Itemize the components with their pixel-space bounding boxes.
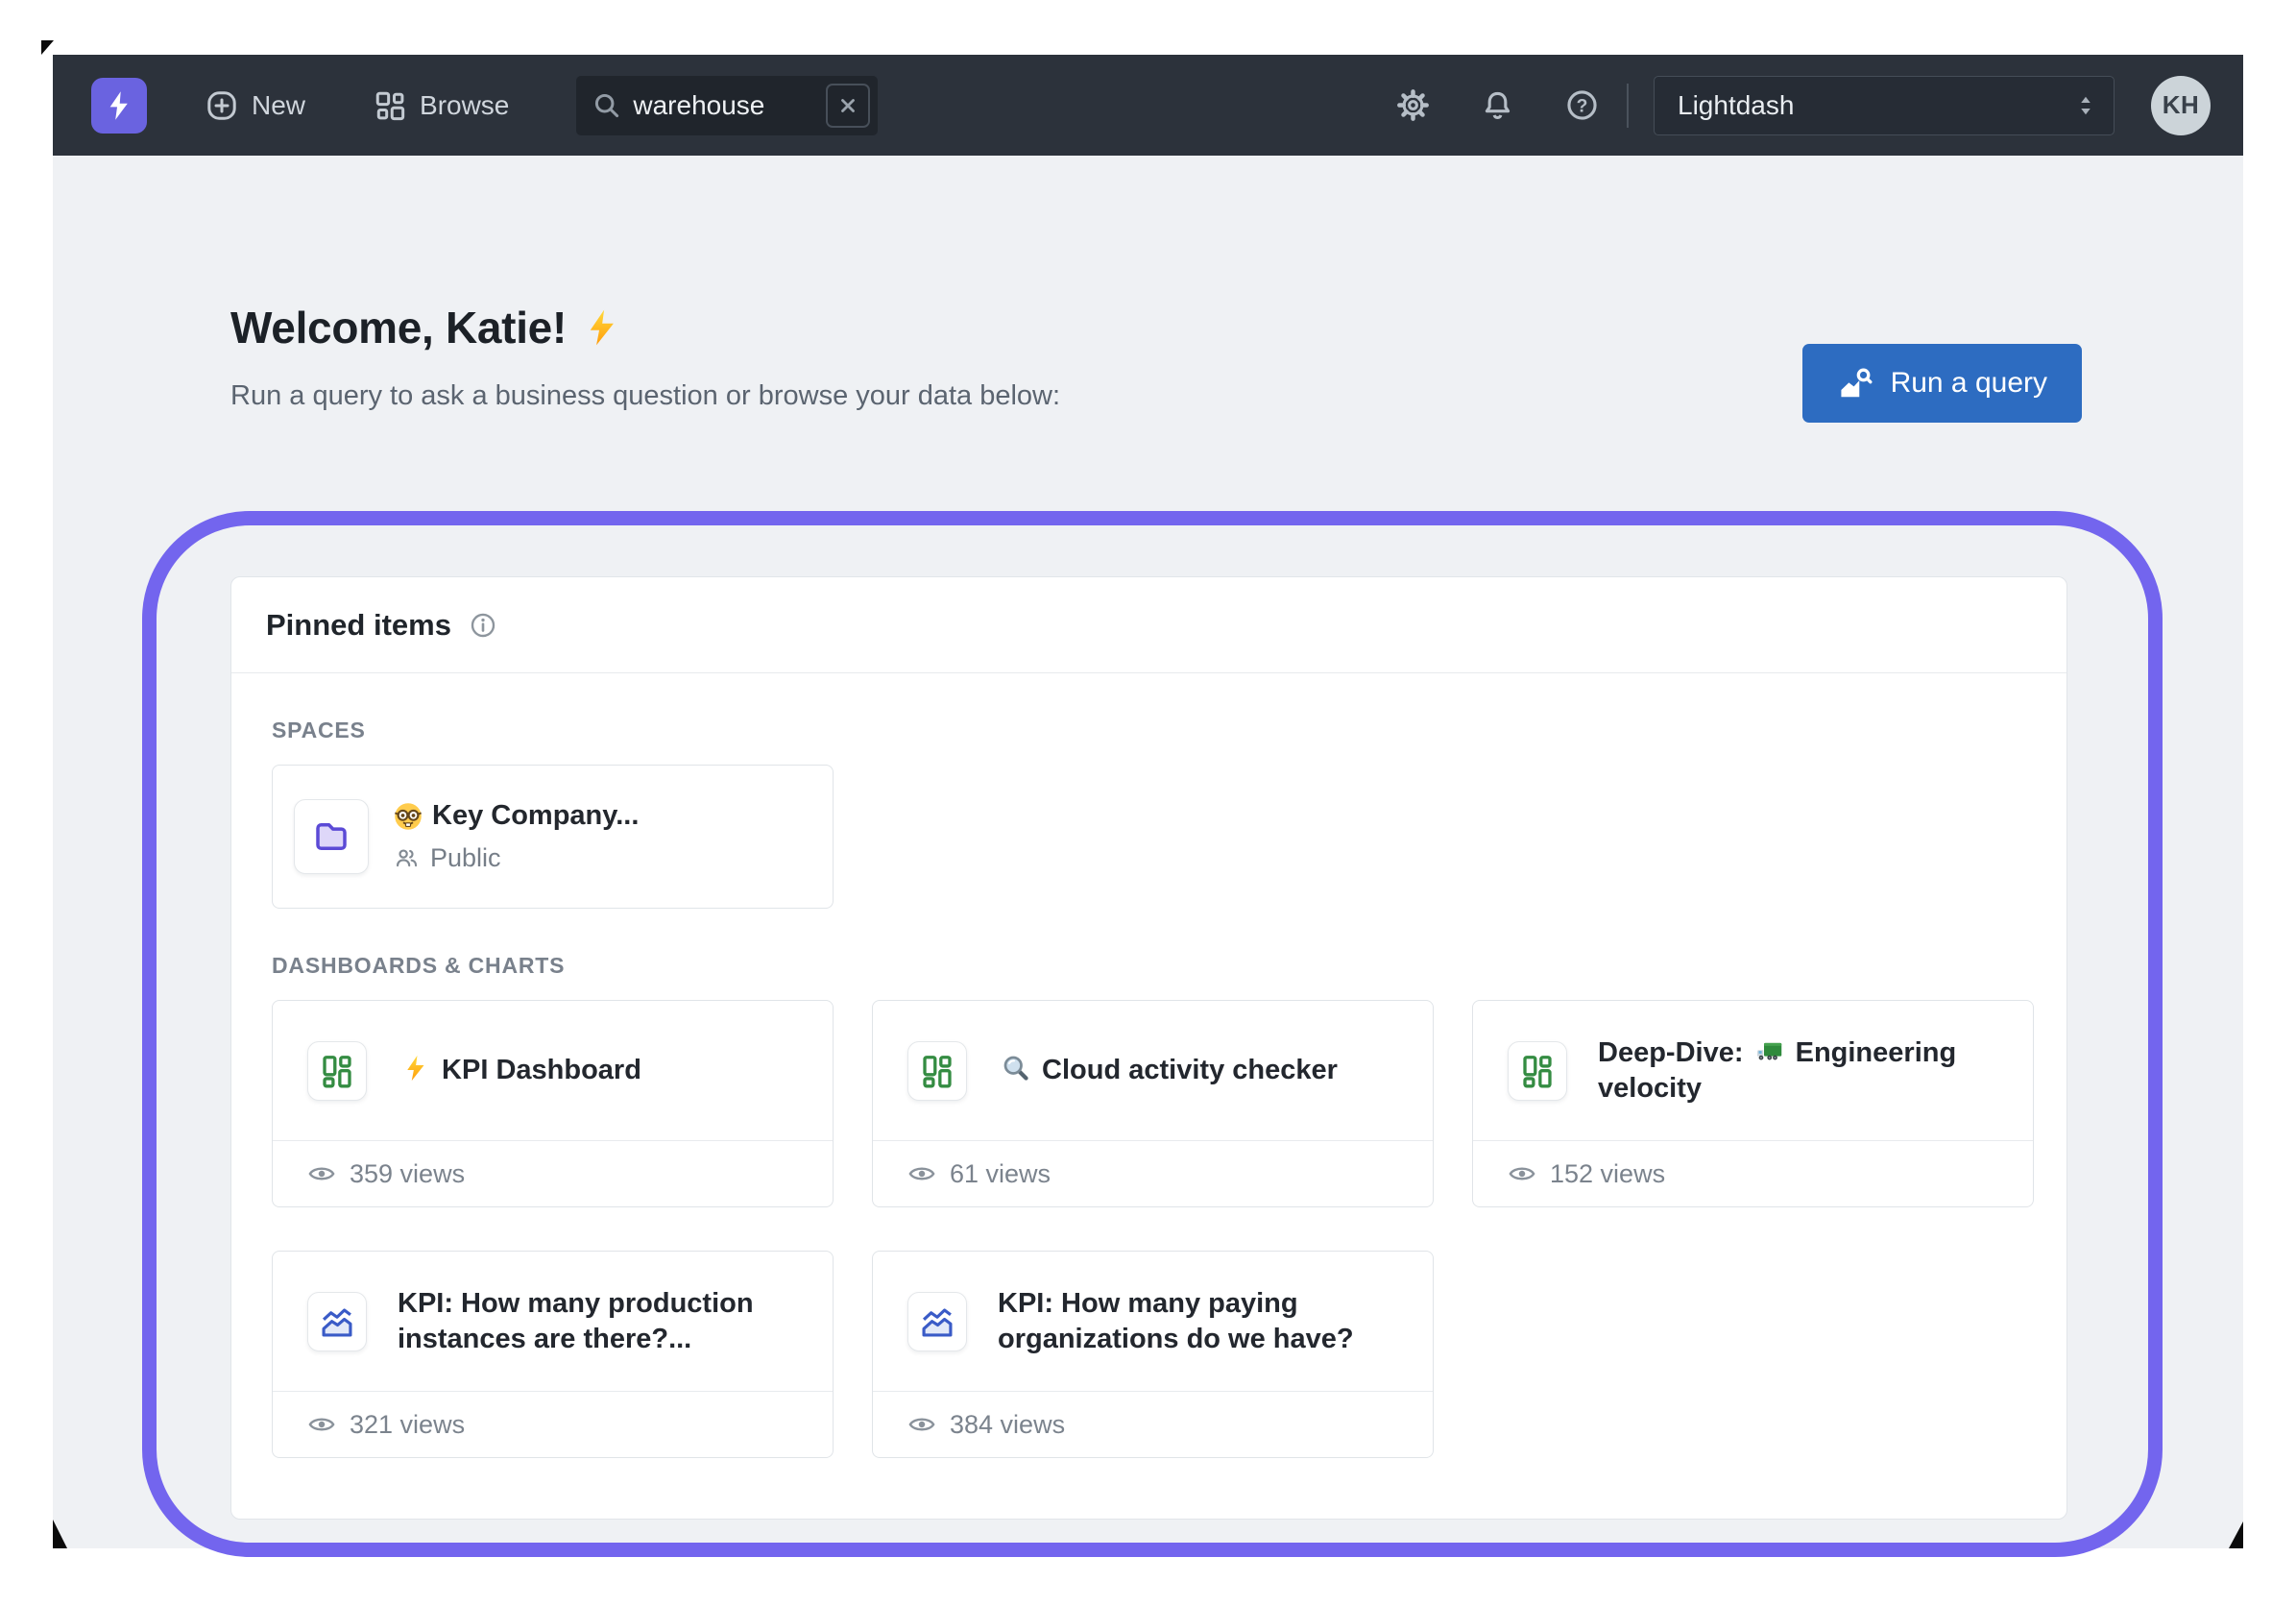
app-window: New Browse warehouse ? Lightdash KH Welc… xyxy=(53,55,2243,1557)
chart-line-icon xyxy=(922,1307,953,1337)
space-title-text: Key Company... xyxy=(432,800,640,831)
notifications-button[interactable] xyxy=(1479,87,1515,124)
card-title: Deep-Dive: Engineering velocity xyxy=(1598,1035,2004,1107)
space-title: Key Company... xyxy=(394,800,639,832)
pinned-item-card[interactable]: Cloud activity checker 61 views xyxy=(872,1000,1434,1207)
chart-search-icon xyxy=(1840,368,1873,398)
card-title: KPI Dashboard xyxy=(398,1053,641,1088)
magnifier-emoji xyxy=(1003,1056,1028,1081)
eye-icon xyxy=(308,1418,335,1431)
pinned-cards-grid: KPI Dashboard 359 views Cloud activity c… xyxy=(272,1000,2034,1458)
item-icon-tile xyxy=(907,1291,967,1351)
svg-text:?: ? xyxy=(1576,96,1587,116)
browse-grid-icon xyxy=(375,91,405,120)
search-icon xyxy=(595,93,619,118)
space-card[interactable]: Key Company... Public xyxy=(272,765,834,909)
select-chevrons-icon xyxy=(2081,96,2091,114)
browse-button[interactable]: Browse xyxy=(373,88,509,123)
avatar-initials: KH xyxy=(2162,90,2200,119)
pinned-items-title: Pinned items xyxy=(266,607,451,642)
title-text: KPI: How many production instances are t… xyxy=(398,1287,754,1354)
close-icon xyxy=(841,98,856,112)
truck-emoji xyxy=(1756,1042,1781,1059)
views-count: 384 views xyxy=(950,1409,1066,1439)
settings-button[interactable] xyxy=(1394,87,1431,124)
item-icon-tile xyxy=(307,1291,367,1351)
navbar-divider xyxy=(1627,83,1629,128)
help-icon: ? xyxy=(1566,90,1597,120)
pinned-item-card[interactable]: KPI: How many production instances are t… xyxy=(272,1251,834,1458)
window-corner-artifact xyxy=(41,40,54,55)
item-icon-tile xyxy=(307,1040,367,1101)
run-query-label: Run a query xyxy=(1890,367,2047,399)
title-text: KPI Dashboard xyxy=(434,1055,641,1085)
lightdash-logo[interactable] xyxy=(91,77,147,134)
dashboards-charts-section-label: DASHBOARDS & CHARTS xyxy=(272,953,566,978)
card-title: KPI: How many production instances are t… xyxy=(398,1286,804,1357)
search-input[interactable] xyxy=(633,89,815,121)
browse-label: Browse xyxy=(420,89,510,120)
project-selector-value: Lightdash xyxy=(1678,89,1795,120)
item-icon-tile xyxy=(907,1040,967,1101)
info-icon[interactable] xyxy=(469,611,497,640)
bell-icon xyxy=(1485,91,1510,120)
plus-square-icon xyxy=(207,90,236,120)
card-title: KPI: How many paying organizations do we… xyxy=(998,1286,1404,1357)
views-count: 321 views xyxy=(350,1409,466,1439)
eye-icon xyxy=(308,1167,335,1180)
page-title: Welcome, Katie! xyxy=(230,302,1060,353)
spaces-section-label: SPACES xyxy=(272,718,366,742)
global-search[interactable] xyxy=(576,75,879,135)
pinned-items-panel: Pinned items SPACES Key Company... Publi… xyxy=(230,576,2067,1520)
views-count: 61 views xyxy=(950,1158,1051,1188)
pinned-item-card[interactable]: Deep-Dive: Engineering velocity 152 view… xyxy=(1472,1000,2034,1207)
welcome-block: Welcome, Katie! Run a query to ask a bus… xyxy=(230,302,1060,412)
item-icon-tile xyxy=(1508,1040,1567,1101)
chart-line-icon xyxy=(322,1307,352,1337)
card-title: Cloud activity checker xyxy=(998,1053,1338,1088)
help-button[interactable]: ? xyxy=(1563,87,1600,124)
eye-icon xyxy=(908,1167,935,1180)
nerd-face-emoji xyxy=(394,802,423,830)
clear-search-button[interactable] xyxy=(826,83,871,128)
title-text: KPI: How many paying organizations do we… xyxy=(998,1287,1354,1354)
dashboard-grid-icon xyxy=(923,1055,952,1087)
dashboard-grid-icon xyxy=(323,1055,351,1087)
space-visibility: Public xyxy=(394,843,639,873)
space-icon-tile xyxy=(294,799,369,874)
pinned-item-card[interactable]: KPI: How many paying organizations do we… xyxy=(872,1251,1434,1458)
eye-icon xyxy=(908,1418,935,1431)
zap-emoji xyxy=(590,309,614,346)
bolt-logo-icon xyxy=(109,90,128,120)
welcome-subtitle: Run a query to ask a business question o… xyxy=(230,380,1061,411)
run-query-button[interactable]: Run a query xyxy=(1801,344,2082,423)
new-label: New xyxy=(252,89,306,120)
project-selector[interactable]: Lightdash xyxy=(1654,75,2115,135)
title-text: Cloud activity checker xyxy=(1034,1055,1338,1085)
zap-emoji xyxy=(407,1055,424,1082)
top-navbar: New Browse warehouse ? Lightdash KH xyxy=(53,55,2243,156)
user-avatar[interactable]: KH xyxy=(2151,75,2211,135)
new-button[interactable]: New xyxy=(205,88,305,123)
dashboard-grid-icon xyxy=(1523,1055,1552,1087)
welcome-text: Welcome, Katie! xyxy=(230,303,567,353)
eye-icon xyxy=(1509,1167,1535,1180)
gear-icon xyxy=(1396,89,1429,121)
views-count: 152 views xyxy=(1550,1158,1666,1188)
views-count: 359 views xyxy=(350,1158,466,1188)
space-visibility-text: Public xyxy=(430,843,501,872)
folder-icon xyxy=(316,823,347,850)
people-icon xyxy=(396,849,418,867)
pinned-item-card[interactable]: KPI Dashboard 359 views xyxy=(272,1000,834,1207)
title-text: Deep-Dive: xyxy=(1598,1036,1752,1068)
